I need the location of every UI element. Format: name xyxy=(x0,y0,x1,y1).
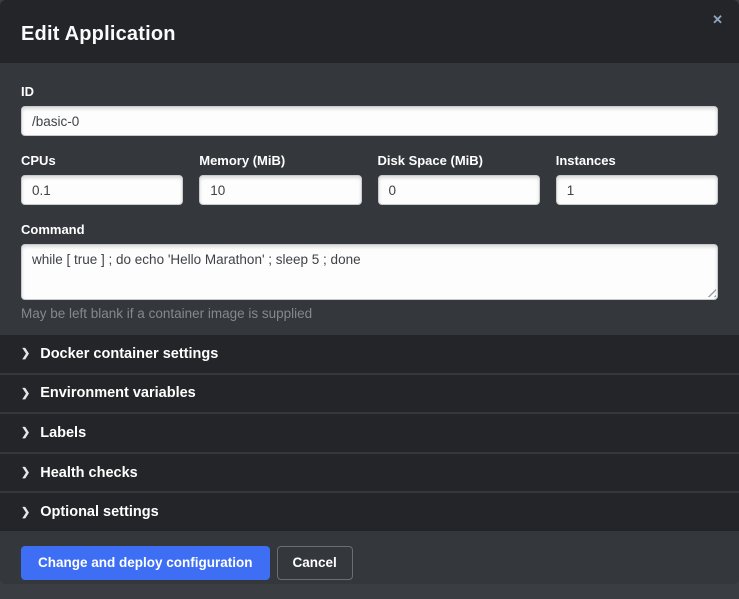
command-field-group: Command while [ true ] ; do echo 'Hello … xyxy=(21,222,718,321)
section-labels[interactable]: ❯ Labels xyxy=(0,414,739,452)
cpus-label: CPUs xyxy=(21,153,183,168)
instances-input[interactable] xyxy=(556,175,718,205)
command-label: Command xyxy=(21,222,718,237)
page-backdrop xyxy=(0,584,739,599)
resources-row: CPUs Memory (MiB) Disk Space (MiB) Insta… xyxy=(21,153,718,205)
command-textarea-wrap: while [ true ] ; do echo 'Hello Marathon… xyxy=(21,244,718,300)
edit-application-modal: Edit Application ✕ ID CPUs Memory (MiB) … xyxy=(0,0,739,584)
chevron-right-icon: ❯ xyxy=(21,507,30,518)
close-icon[interactable]: ✕ xyxy=(712,13,723,26)
disk-input[interactable] xyxy=(378,175,540,205)
collapsible-sections: ❯ Docker container settings ❯ Environmen… xyxy=(0,335,739,531)
section-label: Labels xyxy=(40,425,86,441)
section-docker-container-settings[interactable]: ❯ Docker container settings xyxy=(0,335,739,373)
chevron-right-icon: ❯ xyxy=(21,468,30,479)
section-label: Environment variables xyxy=(40,385,196,401)
memory-label: Memory (MiB) xyxy=(199,153,361,168)
instances-field-group: Instances xyxy=(556,153,718,205)
section-environment-variables[interactable]: ❯ Environment variables xyxy=(0,375,739,413)
modal-header: Edit Application ✕ xyxy=(0,0,739,63)
cpus-field-group: CPUs xyxy=(21,153,183,205)
change-and-deploy-button[interactable]: Change and deploy configuration xyxy=(21,546,270,580)
modal-title: Edit Application xyxy=(21,23,176,46)
chevron-right-icon: ❯ xyxy=(21,388,30,399)
disk-label: Disk Space (MiB) xyxy=(378,153,540,168)
section-optional-settings[interactable]: ❯ Optional settings xyxy=(0,493,739,531)
section-label: Optional settings xyxy=(40,504,158,520)
section-label: Docker container settings xyxy=(40,346,218,362)
chevron-right-icon: ❯ xyxy=(21,349,30,360)
memory-field-group: Memory (MiB) xyxy=(199,153,361,205)
application-form: ID CPUs Memory (MiB) Disk Space (MiB) In… xyxy=(0,63,739,335)
disk-field-group: Disk Space (MiB) xyxy=(378,153,540,205)
section-label: Health checks xyxy=(40,465,138,481)
chevron-right-icon: ❯ xyxy=(21,428,30,439)
id-label: ID xyxy=(21,84,718,99)
modal-footer: Change and deploy configuration Cancel xyxy=(0,531,739,584)
id-input[interactable] xyxy=(21,106,718,136)
section-health-checks[interactable]: ❯ Health checks xyxy=(0,454,739,492)
cpus-input[interactable] xyxy=(21,175,183,205)
memory-input[interactable] xyxy=(199,175,361,205)
command-textarea[interactable]: while [ true ] ; do echo 'Hello Marathon… xyxy=(21,244,718,300)
instances-label: Instances xyxy=(556,153,718,168)
cancel-button[interactable]: Cancel xyxy=(277,546,353,580)
id-field-group: ID xyxy=(21,84,718,136)
command-help-text: May be left blank if a container image i… xyxy=(21,306,718,321)
